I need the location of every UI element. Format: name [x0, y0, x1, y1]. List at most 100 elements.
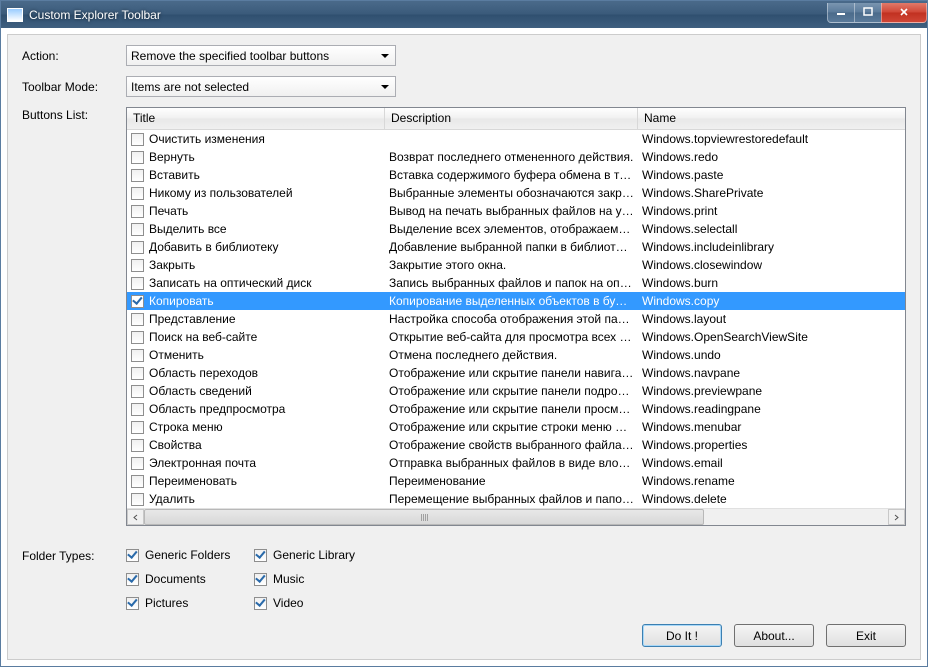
table-row[interactable]: КопироватьКопирование выделенных объекто…: [127, 292, 905, 310]
row-title: Добавить в библиотеку: [149, 240, 279, 254]
row-description: Добавление выбранной папки в библиотеку.: [385, 240, 638, 254]
row-checkbox[interactable]: [131, 493, 144, 506]
action-value: Remove the specified toolbar buttons: [131, 49, 381, 63]
table-row[interactable]: Записать на оптический диск Запись выбран…: [127, 274, 905, 292]
row-title: Вернуть: [149, 150, 195, 164]
row-checkbox[interactable]: [131, 259, 144, 272]
row-description: Отображение или скрытие панели подробн..…: [385, 384, 638, 398]
do-it-button[interactable]: Do It !: [642, 624, 722, 647]
row-checkbox[interactable]: [131, 421, 144, 434]
buttons-list: Title Description Name Очистить изменени…: [126, 107, 906, 526]
row-description: Отображение или скрытие панели навигации…: [385, 366, 638, 380]
row-checkbox[interactable]: [131, 151, 144, 164]
row-title: Область предпросмотра: [149, 402, 285, 416]
app-icon: [7, 8, 23, 22]
row-description: Отображение свойств выбранного файла и..…: [385, 438, 638, 452]
list-body[interactable]: Очистить измененияWindows.topviewrestore…: [127, 130, 905, 508]
row-checkbox[interactable]: [131, 205, 144, 218]
action-dropdown[interactable]: Remove the specified toolbar buttons: [126, 45, 396, 66]
row-description: Выбранные элементы обозначаются закрыт..…: [385, 186, 638, 200]
table-row[interactable]: Поиск на веб-сайтеОткрытие веб-сайта для…: [127, 328, 905, 346]
row-checkbox[interactable]: [131, 475, 144, 488]
row-description: Закрытие этого окна.: [385, 258, 638, 272]
table-row[interactable]: ОтменитьОтмена последнего действия.Windo…: [127, 346, 905, 364]
row-description: Настройка способа отображения этой папки…: [385, 312, 638, 326]
about-button[interactable]: About...: [734, 624, 814, 647]
minimize-button[interactable]: [827, 3, 855, 23]
row-title: Выделить все: [149, 222, 227, 236]
folder-types-label: Folder Types:: [22, 548, 126, 563]
table-row[interactable]: Свойства Отображение свойств выбранного ф…: [127, 436, 905, 454]
close-button[interactable]: [881, 3, 927, 23]
row-checkbox[interactable]: [131, 439, 144, 452]
row-title: Копировать: [149, 294, 214, 308]
table-row[interactable]: ПечатьВывод на печать выбранных файлов н…: [127, 202, 905, 220]
table-row[interactable]: ПредставлениеНастройка способа отображен…: [127, 310, 905, 328]
folder-type-checkbox[interactable]: Generic Folders: [126, 548, 254, 562]
titlebar[interactable]: Custom Explorer Toolbar: [1, 1, 927, 28]
folder-type-label: Video: [273, 596, 303, 610]
row-title: Свойства: [149, 438, 202, 452]
row-checkbox[interactable]: [131, 385, 144, 398]
scroll-thumb[interactable]: [144, 509, 704, 525]
row-checkbox[interactable]: [131, 133, 144, 146]
row-checkbox[interactable]: [131, 277, 144, 290]
row-checkbox[interactable]: [131, 367, 144, 380]
row-description: Отображение или скрытие панели просмотра…: [385, 402, 638, 416]
row-checkbox[interactable]: [131, 187, 144, 200]
row-checkbox[interactable]: [131, 331, 144, 344]
mode-value: Items are not selected: [131, 80, 381, 94]
col-title-header[interactable]: Title: [127, 108, 385, 129]
col-desc-header[interactable]: Description: [385, 108, 638, 129]
folder-type-checkbox[interactable]: Generic Library: [254, 548, 382, 562]
app-window: Custom Explorer Toolbar Action: Remove t…: [0, 0, 928, 667]
folder-type-checkbox[interactable]: Pictures: [126, 596, 254, 610]
col-name-header[interactable]: Name: [638, 108, 905, 129]
row-checkbox[interactable]: [131, 223, 144, 236]
scroll-left-button[interactable]: [127, 509, 144, 525]
row-description: Перемещение выбранных файлов и папок в .…: [385, 492, 638, 506]
folder-types-grid: Generic FoldersGeneric Library Documents M…: [126, 548, 382, 610]
folder-type-checkbox[interactable]: Music: [254, 572, 382, 586]
row-name: Windows.topviewrestoredefault: [638, 132, 905, 146]
table-row[interactable]: УдалитьПеремещение выбранных файлов и па…: [127, 490, 905, 508]
horizontal-scrollbar[interactable]: [127, 508, 905, 525]
exit-button[interactable]: Exit: [826, 624, 906, 647]
row-description: Возврат последнего отмененного действия.: [385, 150, 638, 164]
row-name: Windows.layout: [638, 312, 905, 326]
row-checkbox[interactable]: [131, 313, 144, 326]
table-row[interactable]: Область переходов Отображение или скрытие…: [127, 364, 905, 382]
row-description: Запись выбранных файлов и папок на опти.…: [385, 276, 638, 290]
table-row[interactable]: ПереименоватьПереименованиеWindows.renam…: [127, 472, 905, 490]
table-row[interactable]: Вернуть Возврат последнего отмененного де…: [127, 148, 905, 166]
row-title: Записать на оптический диск: [149, 276, 312, 290]
row-checkbox[interactable]: [131, 241, 144, 254]
mode-dropdown[interactable]: Items are not selected: [126, 76, 396, 97]
row-checkbox[interactable]: [131, 457, 144, 470]
table-row[interactable]: Очистить измененияWindows.topviewrestore…: [127, 130, 905, 148]
row-checkbox[interactable]: [131, 349, 144, 362]
folder-type-checkbox[interactable]: Documents: [126, 572, 254, 586]
client-area: Action: Remove the specified toolbar but…: [7, 34, 921, 660]
table-row[interactable]: ЗакрытьЗакрытие этого окна.Windows.close…: [127, 256, 905, 274]
table-row[interactable]: ВставитьВставка содержимого буфера обмен…: [127, 166, 905, 184]
table-row[interactable]: Выделить всеВыделение всех элементов, от…: [127, 220, 905, 238]
maximize-button[interactable]: [854, 3, 882, 23]
row-checkbox[interactable]: [131, 403, 144, 416]
folder-type-label: Documents: [145, 572, 206, 586]
table-row[interactable]: Строка менюОтображение или скрытие строк…: [127, 418, 905, 436]
folder-type-checkbox[interactable]: Video: [254, 596, 382, 610]
table-row[interactable]: Никому из пользователейВыбранные элемент…: [127, 184, 905, 202]
row-title: Поиск на веб-сайте: [149, 330, 257, 344]
table-row[interactable]: Область сведенийОтображение или скрытие …: [127, 382, 905, 400]
row-name: Windows.burn: [638, 276, 905, 290]
row-description: Отображение или скрытие строки меню дл..…: [385, 420, 638, 434]
row-checkbox[interactable]: [131, 295, 144, 308]
table-row[interactable]: Электронная почтаОтправка выбранных файл…: [127, 454, 905, 472]
table-row[interactable]: Область предпросмотра Отображение или скр…: [127, 400, 905, 418]
scroll-right-button[interactable]: [888, 509, 905, 525]
row-title: Область переходов: [149, 366, 258, 380]
table-row[interactable]: Добавить в библиотеку Добавление выбранно…: [127, 238, 905, 256]
chevron-down-icon: [381, 54, 389, 58]
row-checkbox[interactable]: [131, 169, 144, 182]
